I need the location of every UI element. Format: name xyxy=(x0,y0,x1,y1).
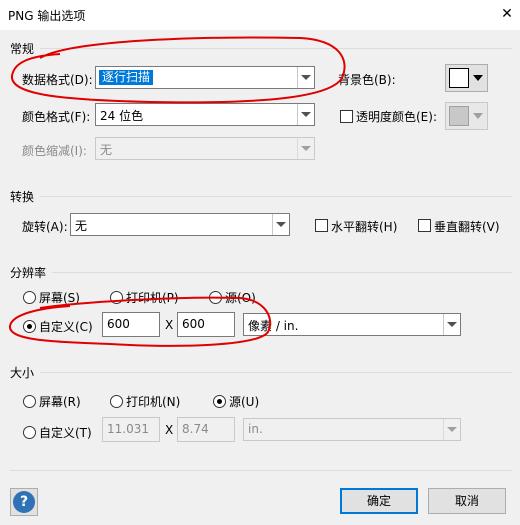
section-size-heading: 大小 xyxy=(10,366,35,380)
flip-horizontal-checkbox[interactable] xyxy=(315,219,328,232)
resolution-custom-label: 自定义(C) xyxy=(39,320,93,334)
resolution-source-radio[interactable] xyxy=(209,291,222,304)
rotation-dropdown[interactable]: 无 xyxy=(70,213,290,236)
flip-vertical-checkbox[interactable] xyxy=(418,219,431,232)
data-format-value: 逐行扫描 xyxy=(99,70,154,85)
color-format-label: 颜色格式(F): xyxy=(22,110,91,124)
size-custom-radio[interactable] xyxy=(23,426,36,439)
transparency-checkbox[interactable] xyxy=(340,110,353,123)
data-format-label: 数据格式(D): xyxy=(22,73,93,87)
resolution-x-separator: X xyxy=(165,318,174,332)
help-button[interactable]: ? xyxy=(10,488,38,516)
resolution-height-value: 600 xyxy=(182,317,205,331)
color-format-dropdown[interactable]: 24 位色 xyxy=(95,103,315,126)
data-format-dropdown[interactable]: 逐行扫描 xyxy=(95,66,315,89)
resolution-screen-radio[interactable] xyxy=(23,291,36,304)
size-unit-value: in. xyxy=(248,422,263,436)
caret-down-icon xyxy=(473,113,483,119)
resolution-source-label: 源(O) xyxy=(225,291,256,305)
resolution-unit-value: 像素 / in. xyxy=(248,319,299,333)
section-divider xyxy=(40,48,512,49)
cancel-button[interactable]: 取消 xyxy=(428,488,506,514)
resolution-printer-radio[interactable] xyxy=(110,291,123,304)
transparency-color-button[interactable] xyxy=(445,102,488,130)
close-icon[interactable]: ✕ xyxy=(496,3,518,25)
resolution-screen-label: 屏幕(S) xyxy=(39,291,80,305)
section-divider xyxy=(52,272,512,273)
window-title: PNG 输出选项 xyxy=(8,9,86,23)
chevron-down-icon xyxy=(443,419,460,440)
resolution-height-input[interactable]: 600 xyxy=(177,312,235,337)
size-source-label: 源(U) xyxy=(229,395,260,409)
resolution-width-input[interactable]: 600 xyxy=(102,312,160,337)
resolution-printer-label: 打印机(P) xyxy=(126,291,179,305)
size-height-value: 8.74 xyxy=(182,422,209,436)
caret-down-icon xyxy=(473,75,483,81)
size-x-separator: X xyxy=(165,423,174,437)
resolution-custom-radio[interactable] xyxy=(23,320,36,333)
section-divider xyxy=(40,372,512,373)
help-icon: ? xyxy=(13,491,35,513)
size-unit-dropdown[interactable]: in. xyxy=(243,418,461,441)
size-screen-radio[interactable] xyxy=(23,395,36,408)
flip-horizontal-label: 水平翻转(H) xyxy=(331,220,398,234)
size-printer-label: 打印机(N) xyxy=(126,395,181,409)
transparency-label: 透明度颜色(E): xyxy=(356,110,437,124)
size-height-input[interactable]: 8.74 xyxy=(177,417,235,442)
color-reduction-value: 无 xyxy=(100,143,113,157)
chevron-down-icon xyxy=(297,104,314,125)
resolution-width-value: 600 xyxy=(107,317,130,331)
chevron-down-icon xyxy=(297,138,314,159)
ok-button[interactable]: 确定 xyxy=(340,488,418,514)
background-color-button[interactable] xyxy=(445,64,488,92)
size-printer-radio[interactable] xyxy=(110,395,123,408)
section-resolution-heading: 分辨率 xyxy=(10,266,47,280)
rotation-value: 无 xyxy=(75,219,88,233)
color-reduction-dropdown[interactable]: 无 xyxy=(95,137,315,160)
section-divider xyxy=(40,196,512,197)
chevron-down-icon xyxy=(443,314,460,335)
size-screen-label: 屏幕(R) xyxy=(39,395,81,409)
size-source-radio[interactable] xyxy=(213,395,226,408)
background-color-swatch xyxy=(449,68,469,88)
size-width-input[interactable]: 11.031 xyxy=(102,417,160,442)
color-reduction-label: 颜色缩减(I): xyxy=(22,144,87,158)
section-general-heading: 常规 xyxy=(10,42,35,56)
background-color-label: 背景色(B): xyxy=(338,73,396,87)
chevron-down-icon xyxy=(297,67,314,88)
section-transform-heading: 转换 xyxy=(10,190,35,204)
rotation-label: 旋转(A): xyxy=(22,220,68,234)
size-custom-label: 自定义(T) xyxy=(39,426,92,440)
size-width-value: 11.031 xyxy=(107,422,149,436)
resolution-unit-dropdown[interactable]: 像素 / in. xyxy=(243,313,461,336)
chevron-down-icon xyxy=(272,214,289,235)
color-format-value: 24 位色 xyxy=(100,109,144,123)
footer-divider xyxy=(10,470,512,471)
flip-vertical-label: 垂直翻转(V) xyxy=(434,220,500,234)
transparency-color-swatch xyxy=(449,106,469,126)
